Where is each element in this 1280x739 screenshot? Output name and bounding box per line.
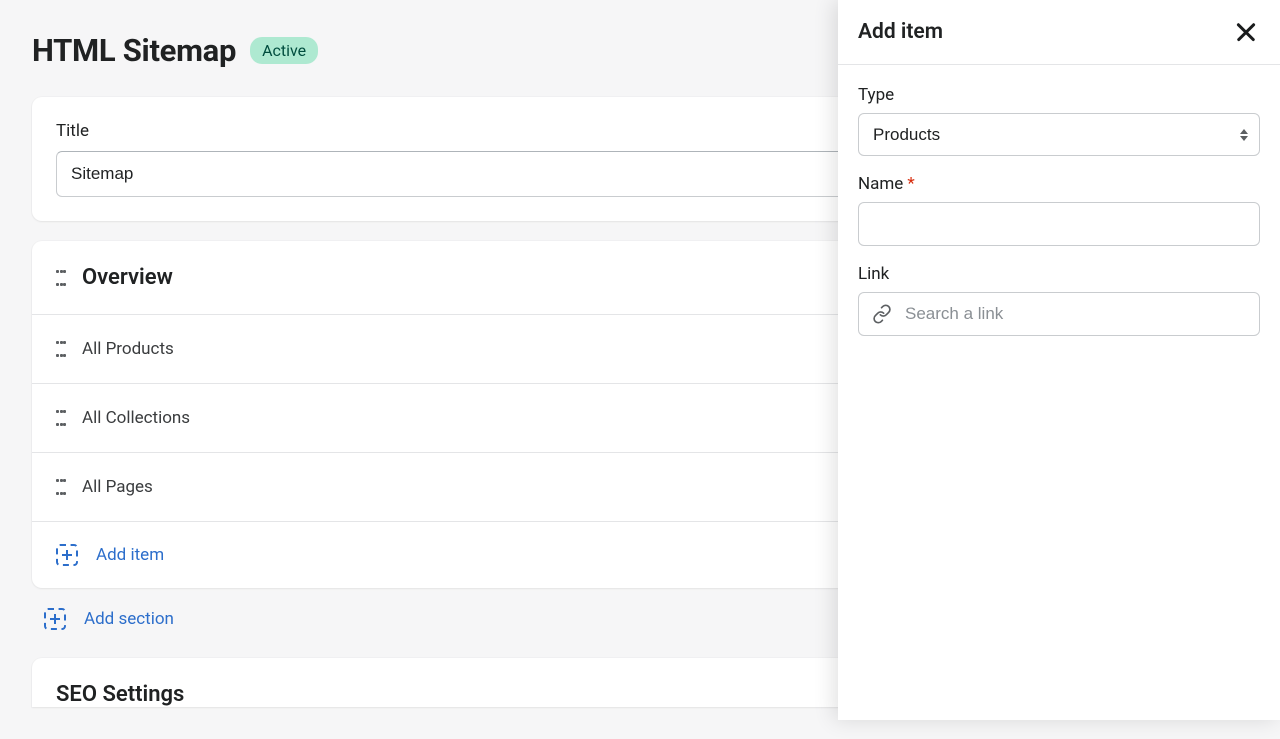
add-item-label: Add item xyxy=(96,545,164,565)
drag-handle-icon[interactable] xyxy=(56,270,66,286)
drag-handle-icon[interactable] xyxy=(56,341,66,357)
panel-title: Add item xyxy=(858,20,943,44)
list-item-label: All Products xyxy=(82,339,174,359)
add-item-panel: Add item Type Products Name* Link xyxy=(838,0,1280,720)
type-select[interactable]: Products xyxy=(858,113,1260,156)
type-label: Type xyxy=(858,85,1260,105)
list-item-label: All Pages xyxy=(82,477,153,497)
add-icon xyxy=(44,608,66,630)
overview-header: Overview xyxy=(82,265,173,290)
required-star: * xyxy=(907,174,914,194)
link-input[interactable] xyxy=(858,292,1260,336)
link-icon xyxy=(872,304,892,324)
add-section-label: Add section xyxy=(84,609,174,629)
close-icon[interactable] xyxy=(1232,18,1260,46)
list-item-label: All Collections xyxy=(82,408,190,428)
link-label: Link xyxy=(858,264,1260,284)
drag-handle-icon[interactable] xyxy=(56,479,66,495)
name-label: Name* xyxy=(858,174,1260,194)
status-badge: Active xyxy=(250,37,318,64)
add-icon xyxy=(56,544,78,566)
name-input[interactable] xyxy=(858,202,1260,246)
drag-handle-icon[interactable] xyxy=(56,410,66,426)
page-title: HTML Sitemap xyxy=(32,32,236,69)
